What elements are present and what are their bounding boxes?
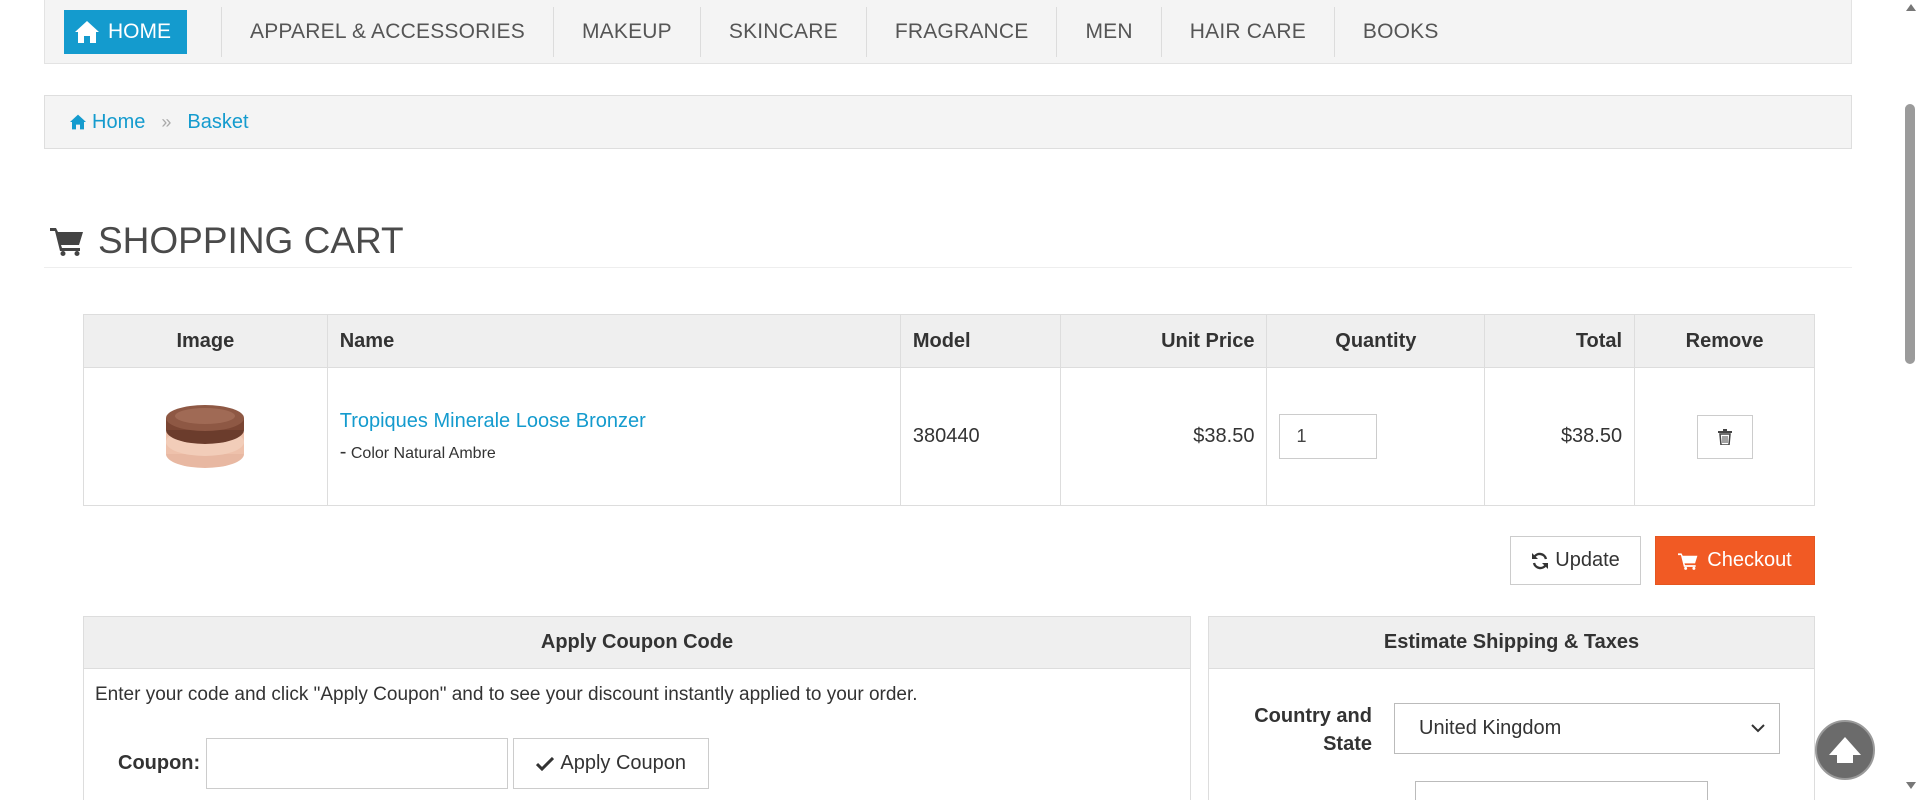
title-divider	[44, 267, 1852, 268]
product-model: 380440	[899, 367, 1061, 506]
nav-home-label: HOME	[108, 19, 171, 43]
breadcrumb: Home » Basket	[44, 95, 1852, 149]
cart-table: Image Name Model Unit Price Quantity Tot…	[83, 314, 1815, 506]
option-dash: -	[339, 440, 347, 463]
coupon-input[interactable]	[206, 738, 509, 789]
shipping-panel: Estimate Shipping & Taxes Country and St…	[1208, 616, 1815, 800]
remove-item-button[interactable]	[1696, 414, 1753, 459]
nav-item-apparel[interactable]: APPAREL & ACCESSORIES	[222, 20, 553, 44]
quantity-cell	[1266, 367, 1486, 506]
breadcrumb-current-link[interactable]: Basket	[187, 111, 248, 134]
cart-icon	[1678, 552, 1698, 570]
page-scrollbar[interactable]	[1901, 0, 1920, 800]
double-chevron-right-icon: »	[161, 111, 172, 132]
checkout-label: Checkout	[1707, 549, 1792, 571]
nav-item-hair-care[interactable]: HAIR CARE	[1162, 20, 1334, 44]
main-nav: HOME APPAREL & ACCESSORIES MAKEUP SKINCA…	[44, 0, 1852, 64]
chevron-down-icon	[1751, 724, 1765, 733]
coupon-panel-title: Apply Coupon Code	[84, 617, 1190, 669]
col-header-remove: Remove	[1634, 314, 1815, 368]
apply-coupon-button[interactable]: Apply Coupon	[513, 738, 710, 789]
quantity-input[interactable]	[1279, 414, 1378, 459]
coupon-form: Coupon: Apply Coupon	[84, 738, 1190, 789]
country-select-value: United Kingdom	[1419, 717, 1562, 739]
nav-item-skincare[interactable]: SKINCARE	[701, 20, 866, 44]
country-label-line1: Country and	[1254, 705, 1372, 727]
update-button[interactable]: Update	[1510, 536, 1641, 585]
product-total: $38.50	[1484, 367, 1636, 506]
table-row: Tropiques Minerale Loose Bronzer - Color…	[83, 367, 1815, 506]
cart-header-row: Image Name Model Unit Price Quantity Tot…	[83, 314, 1815, 368]
product-name-link[interactable]: Tropiques Minerale Loose Bronzer	[340, 410, 888, 433]
col-header-image: Image	[83, 314, 328, 368]
country-label: Country and State	[1209, 702, 1394, 758]
col-header-unit-price: Unit Price	[1059, 314, 1268, 368]
scroll-down-arrow-icon[interactable]	[1906, 782, 1916, 789]
arrow-up-icon	[1829, 737, 1861, 763]
scroll-up-arrow-icon[interactable]	[1906, 4, 1916, 11]
product-image-cell	[83, 367, 328, 506]
country-select[interactable]: United Kingdom	[1394, 703, 1780, 754]
nav-item-makeup[interactable]: MAKEUP	[554, 20, 700, 44]
checkout-button[interactable]: Checkout	[1655, 536, 1815, 585]
coupon-description: Enter your code and click "Apply Coupon"…	[95, 684, 918, 705]
page-title-text: SHOPPING CART	[98, 220, 404, 261]
apply-coupon-label: Apply Coupon	[560, 752, 687, 774]
home-icon	[70, 114, 86, 130]
country-row: Country and State United Kingdom	[1209, 702, 1814, 758]
coupon-label: Coupon:	[118, 752, 201, 774]
col-header-model: Model	[899, 314, 1061, 368]
update-label: Update	[1555, 549, 1620, 571]
nav-item-fragrance[interactable]: FRAGRANCE	[867, 20, 1057, 44]
scrollbar-thumb[interactable]	[1905, 104, 1915, 364]
col-header-total: Total	[1484, 314, 1636, 368]
page-title: SHOPPING CART	[50, 220, 404, 262]
trash-icon	[1717, 428, 1732, 445]
breadcrumb-home-link[interactable]: Home	[69, 111, 145, 134]
shipping-panel-title: Estimate Shipping & Taxes	[1209, 617, 1814, 669]
country-label-line2: State	[1323, 733, 1372, 755]
nav-item-men[interactable]: MEN	[1057, 20, 1160, 44]
product-option-value: Color Natural Ambre	[350, 444, 496, 462]
checkmark-icon	[536, 756, 555, 771]
product-unit-price: $38.50	[1059, 367, 1268, 506]
product-option: - Color Natural Ambre	[340, 441, 888, 464]
state-select[interactable]	[1415, 781, 1708, 800]
breadcrumb-home-label: Home	[92, 110, 146, 133]
remove-cell	[1634, 367, 1815, 506]
refresh-icon	[1532, 552, 1549, 569]
product-thumbnail[interactable]	[163, 402, 247, 472]
nav-home-button[interactable]: HOME	[64, 9, 187, 54]
cart-icon	[50, 228, 83, 256]
product-name-cell: Tropiques Minerale Loose Bronzer - Color…	[326, 367, 901, 506]
scroll-to-top-button[interactable]	[1815, 720, 1875, 780]
home-icon	[75, 20, 99, 43]
nav-item-books[interactable]: BOOKS	[1335, 20, 1467, 44]
col-header-quantity: Quantity	[1266, 314, 1486, 368]
coupon-panel: Apply Coupon Code Enter your code and cl…	[83, 616, 1191, 800]
col-header-name: Name	[326, 314, 901, 368]
